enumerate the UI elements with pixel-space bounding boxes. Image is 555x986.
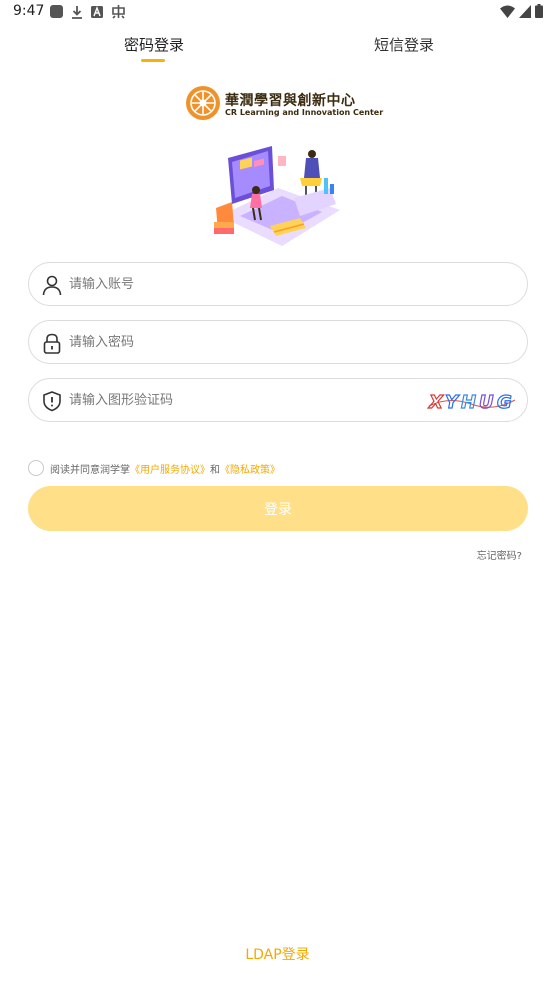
svg-text:X: X [428,392,444,413]
logo-subtitle: CR Learning and Innovation Center [225,108,384,117]
captcha-input[interactable] [69,379,449,421]
logo-emblem-icon [186,86,220,120]
user-icon [42,275,62,296]
agreement-row: 阅读并同意润学掌 《用户服务协议》 和 《隐私政策》 [28,460,280,476]
a-badge-icon [91,5,103,18]
agreement-checkbox[interactable] [28,460,44,476]
password-input[interactable] [69,321,449,363]
account-field [28,262,528,306]
tab-sms-login[interactable]: 短信登录 [374,34,434,55]
agreement-prefix: 阅读并同意润学掌 [50,464,130,476]
svg-text:Y: Y [445,392,460,413]
lock-icon [43,333,61,354]
password-field [28,320,528,364]
svg-text:U: U [479,392,494,413]
login-tabs: 密码登录 短信登录 [0,30,555,64]
logo: 華潤學習與創新中心 CR Learning and Innovation Cen… [185,85,383,121]
logo-title: 華潤學習與創新中心 [225,93,356,109]
agreement-conjunction: 和 [210,464,220,476]
chinese-char-icon [112,5,125,19]
wifi-icon [500,5,515,18]
status-time: 9:47 [13,3,45,19]
status-icons-left [50,4,126,19]
battery-icon [535,4,543,18]
app-square-icon [50,5,63,18]
ldap-login-link[interactable]: LDAP登录 [0,944,555,964]
privacy-policy-link[interactable]: 《隐私政策》 [220,461,280,476]
shield-icon [43,391,61,412]
signal-icon [519,4,531,18]
download-icon [72,5,82,19]
login-button[interactable]: 登录 [28,486,528,531]
tab-password-login[interactable]: 密码登录 [124,34,184,55]
user-agreement-link[interactable]: 《用户服务协议》 [130,461,210,476]
login-illustration [214,146,340,246]
forgot-password-link[interactable]: 忘记密码? [477,547,522,562]
active-tab-indicator [141,59,165,62]
captcha-image[interactable]: X Y H U G [427,388,517,414]
account-input[interactable] [69,263,449,305]
status-icons-right [500,4,543,18]
captcha-field: X Y H U G [28,378,528,422]
status-bar: 9:47 [0,0,555,24]
svg-text:G: G [497,392,512,413]
svg-text:H: H [461,392,476,413]
